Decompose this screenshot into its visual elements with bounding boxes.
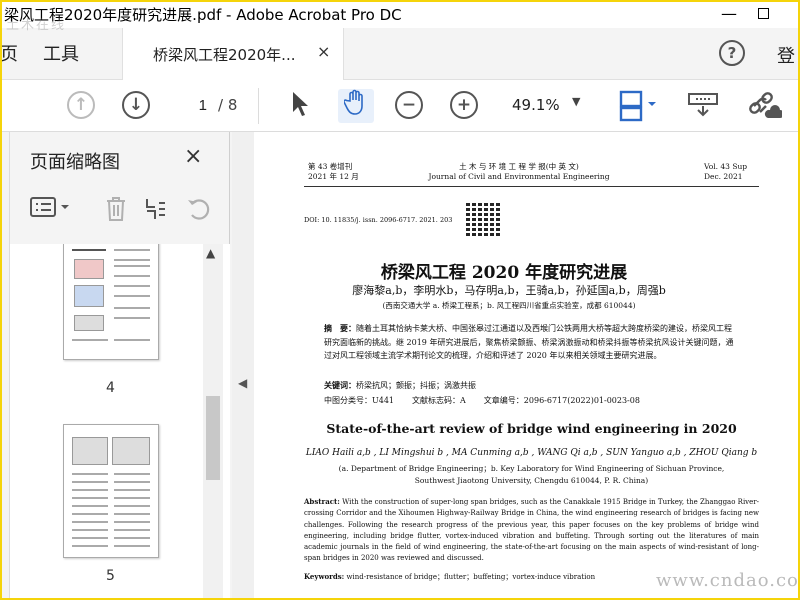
page-number-input[interactable] <box>176 92 214 118</box>
zh-authors: 廖海黎a,b，李明水b，马存明a,b，王骑a,b，孙延国a,b，周强b <box>352 284 666 297</box>
zh-title: 桥梁风工程 2020 年度研究进展 <box>380 263 628 283</box>
header-right: Vol. 43 Sup Dec. 2021 <box>704 162 747 182</box>
tab-document-label: 桥梁风工程2020年... <box>153 46 296 64</box>
article-id: 文章编号：2096-6717(2022)01-0023-08 <box>483 396 640 405</box>
extract-pages-icon[interactable] <box>144 196 168 227</box>
chevron-up-icon[interactable]: ▲ <box>206 246 215 260</box>
en-affiliation: (a. Department of Bridge Engineering；b. … <box>304 463 759 487</box>
panel-toolbar <box>10 188 230 236</box>
maximize-button[interactable] <box>752 3 774 25</box>
chevron-down-icon: ▼ <box>572 95 581 108</box>
zoom-value: 49.1% <box>512 96 560 114</box>
toolbar-divider <box>258 88 259 124</box>
document-view[interactable]: 第 43 卷增刊 2021 年 12 月 土 木 与 环 境 工 程 学 报(中… <box>254 132 800 600</box>
zh-keywords-label: 关键词： <box>324 380 356 390</box>
pointer-icon[interactable] <box>290 90 310 122</box>
share-link-icon[interactable] <box>748 90 784 124</box>
hand-icon[interactable] <box>338 89 374 123</box>
document-code: 文献标志码：A <box>412 396 466 405</box>
zh-keywords: 关键词：桥梁抗风；颤振；抖振；涡激共振 <box>324 380 476 391</box>
header-rule <box>304 186 759 187</box>
zoom-select[interactable]: 49.1% ▼ <box>506 91 592 119</box>
page-number-label: 5 <box>106 568 115 584</box>
sign-in-button[interactable]: 登 <box>777 42 795 68</box>
en-abstract-text: With the construction of super-long span… <box>304 498 759 563</box>
page-fit-icon[interactable] <box>618 90 658 126</box>
en-authors: LIAO Haili a,b , LI Mingshui b , MA Cunm… <box>305 448 758 458</box>
watermark-url: www.cndao.com <box>656 570 800 591</box>
doi-text: DOI: 10. 11835/j. issn. 2096-6717. 2021.… <box>304 216 453 224</box>
clc-number: 中图分类号：U441 <box>324 396 395 405</box>
header-left: 第 43 卷增刊 2021 年 12 月 <box>308 162 359 182</box>
zh-abstract-text: 随着土耳其恰纳卡莱大桥、中国张皋过江通道以及西堠门公铁两用大桥等超大跨度桥梁的建… <box>324 324 734 360</box>
volume-label: 第 43 卷增刊 <box>308 162 353 171</box>
zoom-out-icon[interactable]: − <box>395 91 423 119</box>
en-abstract: Abstract: With the construction of super… <box>304 496 759 565</box>
panel-title: 页面缩略图 <box>30 152 120 173</box>
en-title: State-of-the-art review of bridge wind e… <box>326 421 737 436</box>
main-toolbar: ↑ ↓ / 8 − + 49.1% ▼ <box>0 80 800 132</box>
journal-name-zh: 土 木 与 环 境 工 程 学 报(中 英 文) <box>459 162 579 171</box>
close-tab-icon[interactable]: × <box>317 42 330 61</box>
collapse-panel-button[interactable]: ◀ <box>232 132 254 600</box>
journal-name-en: Journal of Civil and Environmental Engin… <box>428 172 610 181</box>
thumbnails-panel: 页面缩略图 × 4 5 ▲ <box>10 132 230 600</box>
volume-label-en: Vol. 43 Sup <box>704 162 748 171</box>
en-keywords: Keywords: wind-resistance of bridge；flut… <box>304 572 595 582</box>
qr-code-icon <box>466 202 500 236</box>
options-menu-icon[interactable] <box>30 196 74 223</box>
title-bar: 梁风工程2020年度研究进展.pdf - Adobe Acrobat Pro D… <box>0 0 800 28</box>
rotate-icon[interactable] <box>186 196 212 227</box>
page-number-label: 4 <box>106 380 115 396</box>
arrow-down-circle-icon[interactable]: ↓ <box>122 91 150 119</box>
tab-tools[interactable]: 工具 <box>43 40 79 66</box>
zh-abstract-label: 摘 要： <box>324 323 356 333</box>
arrow-up-circle-icon[interactable]: ↑ <box>67 91 95 119</box>
minimize-button[interactable]: — <box>718 3 740 25</box>
thumbnails-list[interactable]: 4 5 ▲ <box>10 244 230 600</box>
thumbnails-scrollbar[interactable]: ▲ <box>203 244 223 600</box>
tab-home[interactable]: 页 <box>0 40 18 66</box>
trash-icon[interactable] <box>104 196 128 227</box>
zh-keywords-text: 桥梁抗风；颤振；抖振；涡激共振 <box>356 381 476 390</box>
en-keywords-label: Keywords: <box>304 572 345 581</box>
en-abstract-label: Abstract: <box>304 497 340 506</box>
en-affiliation-line: (a. Department of Bridge Engineering；b. … <box>338 464 725 473</box>
zh-abstract: 摘 要：随着土耳其恰纳卡莱大桥、中国张皋过江通道以及西堠门公铁两用大桥等超大跨度… <box>324 322 739 363</box>
header-center: 土 木 与 环 境 工 程 学 报(中 英 文) Journal of Civi… <box>399 162 639 182</box>
left-rail <box>0 132 10 600</box>
page-thumbnail[interactable] <box>63 244 159 360</box>
page-thumbnail[interactable] <box>63 424 159 558</box>
page-total: / 8 <box>218 96 238 114</box>
classification-line: 中图分类号：U441 文献标志码：A 文章编号：2096-6717(2022)0… <box>324 395 739 406</box>
issue-date: 2021 年 12 月 <box>308 172 359 181</box>
chevron-left-icon: ◀ <box>238 376 248 390</box>
watermark-logo: 土木在线 <box>6 18 67 33</box>
help-icon[interactable]: ? <box>719 40 745 66</box>
en-affiliation-line: Southwest Jiaotong University, Chengdu 6… <box>414 476 649 485</box>
close-panel-icon[interactable]: × <box>184 144 202 169</box>
en-keywords-text: wind-resistance of bridge；flutter；buffet… <box>346 573 596 581</box>
zoom-in-icon[interactable]: + <box>450 91 478 119</box>
tab-document[interactable]: 桥梁风工程2020年... × <box>122 28 344 80</box>
issue-date-en: Dec. 2021 <box>704 172 743 181</box>
scroll-mode-icon[interactable] <box>688 92 718 124</box>
zh-affiliation: (西南交通大学 a. 桥梁工程系；b. 风工程四川省重点实验室，成都 61004… <box>382 301 636 310</box>
scrollbar-thumb[interactable] <box>206 396 220 480</box>
tab-bar: 页 工具 桥梁风工程2020年... × ? 登 <box>0 28 800 80</box>
